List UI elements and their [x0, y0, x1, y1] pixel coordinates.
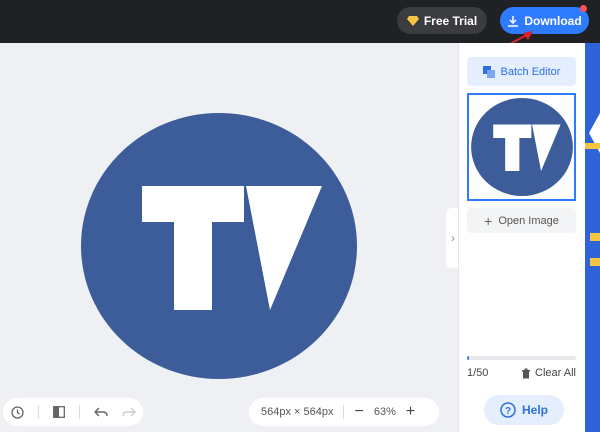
progress-fill [467, 356, 470, 360]
notification-dot [580, 5, 587, 12]
download-icon [507, 15, 519, 27]
gem-icon [406, 15, 419, 26]
bottom-tools [3, 398, 143, 426]
clear-all-label: Clear All [535, 367, 576, 379]
upload-progress-bar [467, 356, 576, 360]
download-label: Download [524, 13, 582, 28]
download-button[interactable]: Download [500, 7, 589, 34]
plus-icon: + [484, 212, 493, 229]
zoom-bar: 564px × 564px − 63% + [249, 398, 439, 426]
minus-icon[interactable]: − [354, 403, 363, 421]
svg-text:?: ? [505, 406, 511, 417]
sidebar: Batch Editor + Open Image 1/50 Clear All… [458, 43, 585, 432]
chevron-right-icon: › [451, 231, 455, 245]
batch-editor-label: Batch Editor [500, 65, 561, 78]
divider [343, 405, 345, 419]
undo-icon[interactable] [94, 406, 108, 418]
canvas-dimensions: 564px × 564px [261, 406, 334, 418]
divider [38, 405, 39, 419]
divider [79, 405, 80, 419]
image-thumbnail[interactable] [467, 93, 576, 201]
clear-all-button[interactable]: Clear All [521, 367, 576, 379]
help-icon: ? [500, 402, 516, 418]
open-image-button[interactable]: + Open Image [467, 208, 576, 233]
free-trial-button[interactable]: Free Trial [397, 7, 487, 34]
image-count: 1/50 [467, 367, 489, 379]
redo-icon[interactable] [122, 406, 136, 418]
tv-logo-image [80, 112, 358, 385]
right-edge-panel [585, 43, 600, 432]
top-bar: Free Trial Download [0, 0, 600, 43]
batch-icon [482, 65, 495, 78]
compare-icon[interactable] [53, 406, 65, 418]
zoom-level: 63% [373, 406, 396, 418]
help-label: Help [521, 403, 548, 417]
batch-editor-button[interactable]: Batch Editor [467, 57, 576, 86]
plus-icon[interactable]: + [406, 403, 415, 421]
help-button[interactable]: ? Help [484, 395, 564, 425]
trash-icon [521, 368, 531, 379]
open-image-label: Open Image [498, 214, 559, 227]
free-trial-label: Free Trial [423, 13, 478, 28]
history-icon[interactable] [11, 405, 24, 419]
